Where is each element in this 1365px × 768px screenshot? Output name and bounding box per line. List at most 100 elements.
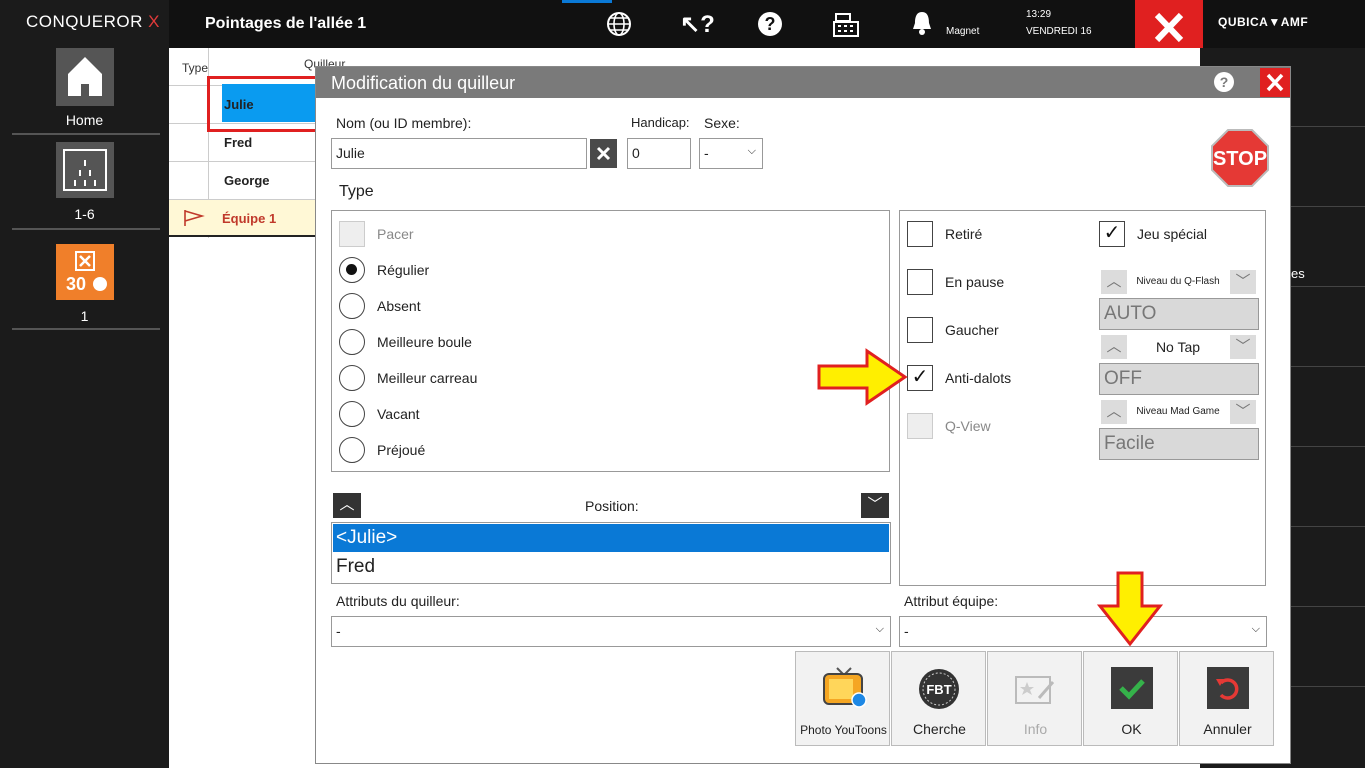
svg-text:30: 30 xyxy=(66,274,86,294)
sex-value: - xyxy=(704,145,709,161)
action-label: Cherche xyxy=(913,721,966,737)
handicap-label: Handicap: xyxy=(631,115,690,130)
type-option-label: Vacant xyxy=(377,406,420,422)
home-button[interactable] xyxy=(56,48,114,106)
context-help-button[interactable]: ↖? xyxy=(680,10,715,39)
clock-date: VENDREDI 16 xyxy=(1026,26,1092,37)
close-icon xyxy=(1154,12,1184,43)
qflash-label: Niveau du Q-Flash xyxy=(1136,276,1220,287)
dialog-title: Modification du quilleur xyxy=(331,73,516,93)
absent-radio[interactable] xyxy=(339,293,365,319)
notap-down-button[interactable]: ﹀ xyxy=(1230,335,1256,359)
undo-icon xyxy=(1216,678,1239,700)
search-button[interactable]: FBT Cherche xyxy=(891,651,986,746)
madgame-up-button[interactable]: ︿ xyxy=(1101,400,1127,424)
annotation-arrow-down xyxy=(1096,570,1164,648)
position-up-button[interactable]: ︿ xyxy=(333,493,361,518)
type-option-label: Meilleure boule xyxy=(377,334,472,350)
handicap-input[interactable]: 0 xyxy=(627,138,691,169)
bowler-attr-value: - xyxy=(336,623,341,639)
ok-button[interactable]: OK xyxy=(1083,651,1178,746)
stop-button[interactable]: STOP xyxy=(1210,128,1270,188)
prebowled-radio[interactable] xyxy=(339,437,365,463)
qview-checkbox xyxy=(907,413,933,439)
sidebar-item-label: 1-6 xyxy=(74,206,95,222)
team-attr-value: - xyxy=(904,623,909,639)
list-item[interactable]: Fred xyxy=(333,553,889,581)
photo-youtoons-button[interactable]: Photo YouToons xyxy=(795,651,890,746)
type-option-label: Absent xyxy=(377,298,421,314)
dialog-close-button[interactable] xyxy=(1260,68,1290,97)
help-icon: ? xyxy=(1214,72,1234,92)
tv-icon xyxy=(823,667,867,708)
top-accent xyxy=(562,0,612,3)
chevron-down-icon: ⌵ xyxy=(747,145,756,157)
name-label: Nom (ou ID membre): xyxy=(336,115,472,131)
divider xyxy=(1290,446,1365,447)
special-game-checkbox[interactable]: ✓ xyxy=(1099,221,1125,247)
chevron-down-icon: ⌵ xyxy=(875,623,884,635)
special-game-label: Jeu spécial xyxy=(1137,226,1208,242)
team-attr-label: Attribut équipe: xyxy=(904,593,999,609)
divider xyxy=(12,328,160,330)
cash-register-button[interactable] xyxy=(832,10,860,38)
ok-icon-bg xyxy=(1111,667,1153,709)
notap-up-button[interactable]: ︿ xyxy=(1101,335,1127,359)
action-label: Annuler xyxy=(1203,721,1252,737)
sidebar-item-label: Home xyxy=(65,112,104,128)
check-label: Retiré xyxy=(945,226,983,242)
type-option-label: Meilleur carreau xyxy=(377,370,478,386)
lefty-checkbox[interactable] xyxy=(907,317,933,343)
close-app-button[interactable] xyxy=(1135,0,1203,55)
svg-text:STOP: STOP xyxy=(1213,148,1267,170)
column-header: Type xyxy=(182,61,209,75)
check-label: Gaucher xyxy=(945,322,999,338)
clear-name-button[interactable] xyxy=(590,139,617,168)
language-button[interactable] xyxy=(605,10,633,38)
brand-logo: CONQUEROR X xyxy=(26,12,160,31)
best-frame-radio[interactable] xyxy=(339,365,365,391)
vacant-radio[interactable] xyxy=(339,401,365,427)
retired-checkbox[interactable] xyxy=(907,221,933,247)
qflash-down-button[interactable]: ﹀ xyxy=(1230,270,1256,294)
globe-icon xyxy=(607,12,631,36)
help-icon: ? xyxy=(758,12,782,36)
qflash-up-button[interactable]: ︿ xyxy=(1101,270,1127,294)
lanes-button[interactable] xyxy=(56,142,114,198)
cash-register-icon xyxy=(833,13,859,37)
divider xyxy=(1290,206,1365,207)
notifications-button[interactable] xyxy=(910,10,934,36)
paused-checkbox[interactable] xyxy=(907,269,933,295)
svg-text:?: ? xyxy=(1220,74,1229,90)
notap-label: No Tap xyxy=(1155,339,1201,355)
dialog-help-button[interactable]: ? xyxy=(1213,71,1235,93)
close-icon xyxy=(1266,73,1284,92)
sex-select[interactable]: - ⌵ xyxy=(699,138,763,169)
position-down-button[interactable]: ﹀ xyxy=(861,493,889,518)
position-label: Position: xyxy=(585,498,639,514)
team-attr-select[interactable]: - ⌵ xyxy=(899,616,1267,647)
madgame-value: Facile xyxy=(1099,428,1259,460)
check-label: Anti-dalots xyxy=(945,370,1012,386)
bowler-name: Fred xyxy=(224,135,253,150)
check-label: Q-View xyxy=(945,418,991,434)
bowler-attr-select[interactable]: - ⌵ xyxy=(331,616,891,647)
annotation-arrow-right xyxy=(815,348,909,406)
madgame-label: Niveau Mad Game xyxy=(1136,406,1220,417)
list-item[interactable]: <Julie> xyxy=(333,524,889,552)
info-button: Info xyxy=(987,651,1082,746)
panel-fragment: es xyxy=(1291,266,1305,281)
score-button[interactable]: 30 xyxy=(56,244,114,300)
bumpers-checkbox[interactable]: ✓ xyxy=(907,365,933,391)
help-button[interactable]: ? xyxy=(756,10,784,38)
cancel-button[interactable]: Annuler xyxy=(1179,651,1274,746)
divider xyxy=(1290,366,1365,367)
best-ball-radio[interactable] xyxy=(339,329,365,355)
divider xyxy=(1290,526,1365,527)
score-300-icon: 30 xyxy=(66,251,107,294)
madgame-down-button[interactable]: ﹀ xyxy=(1230,400,1256,424)
type-option-label: Régulier xyxy=(377,262,430,278)
cancel-icon-bg xyxy=(1207,667,1249,709)
regular-radio[interactable] xyxy=(339,257,365,283)
name-input[interactable]: Julie xyxy=(331,138,587,169)
